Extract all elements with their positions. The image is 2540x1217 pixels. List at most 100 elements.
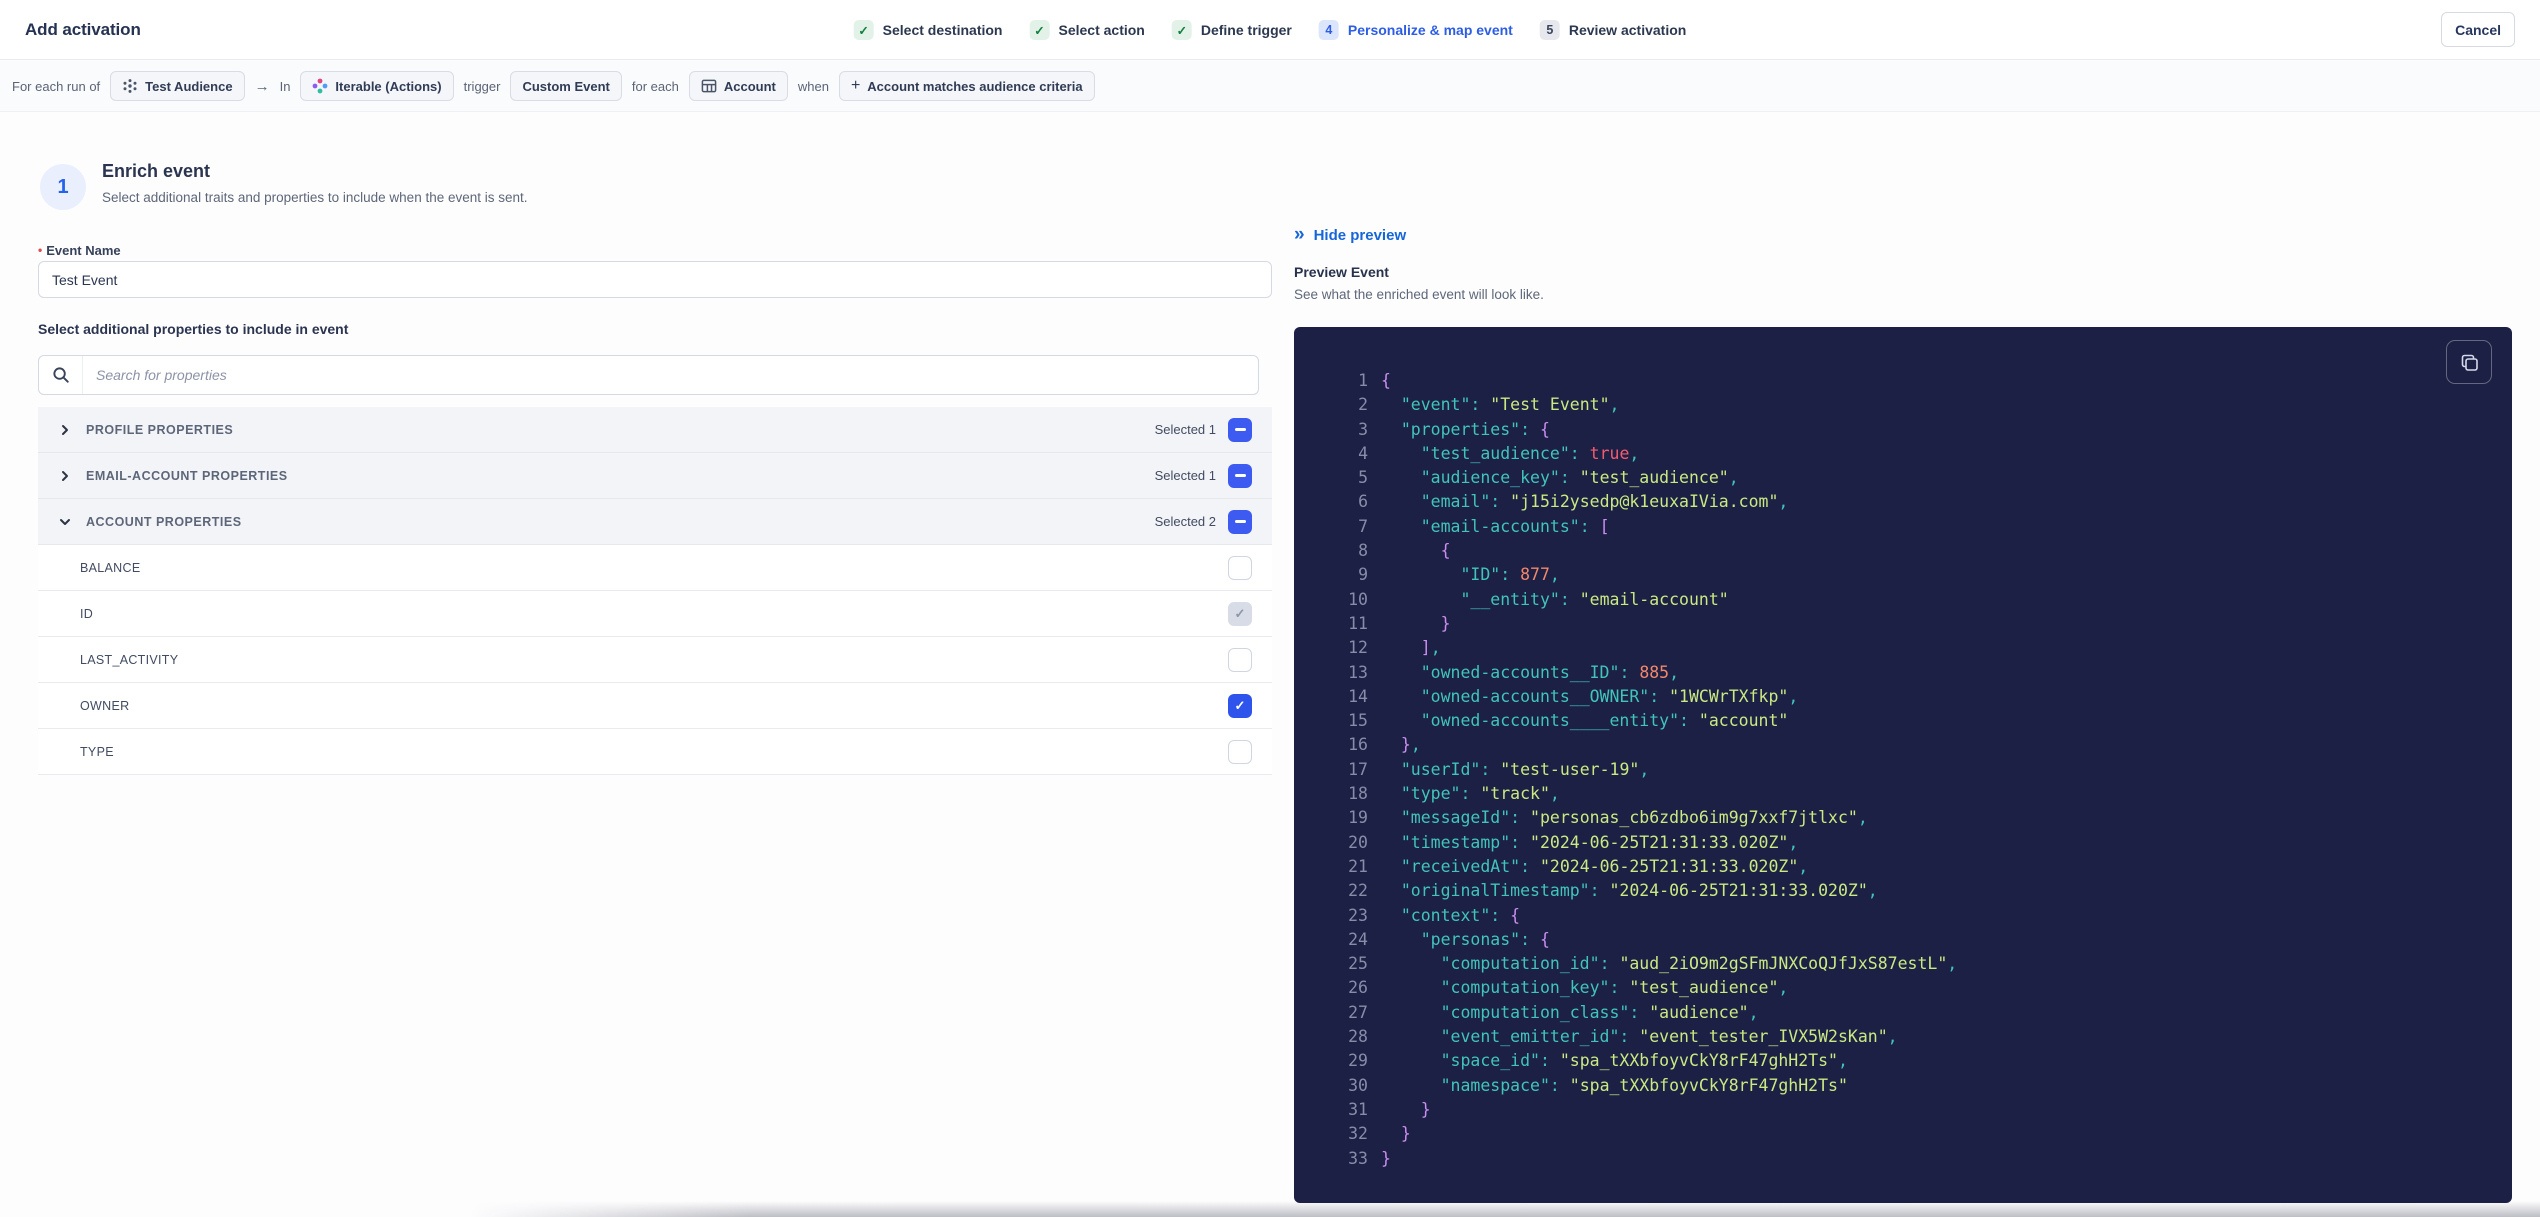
code-line: 30 "namespace": "spa_tXXbfoyvCkY8rF47ghH…	[1322, 1074, 2492, 1098]
json-code: 1{2 "event": "Test Event", 3 "properties"…	[1322, 369, 2492, 1183]
line-number: 33	[1348, 1148, 1368, 1168]
code-line: 11 }	[1322, 612, 2492, 636]
step-label: Define trigger	[1200, 22, 1292, 38]
line-number: 23	[1348, 905, 1368, 925]
step-label: Select action	[1058, 22, 1145, 38]
checkbox-balance[interactable]	[1228, 555, 1252, 580]
summary-text: when	[797, 78, 829, 94]
line-number: 25	[1348, 954, 1368, 974]
line-number: 30	[1348, 1075, 1368, 1095]
line-content: }	[1420, 1099, 1431, 1119]
line-content: "personas": {	[1420, 929, 1550, 949]
code-line: 16 },	[1322, 733, 2492, 757]
chip-test-audience[interactable]: Test Audience	[110, 71, 245, 101]
selected-count: Selected 2	[1154, 514, 1216, 529]
section-header-account-properties[interactable]: ACCOUNT PROPERTIES Selected 2	[38, 499, 1272, 545]
line-content: "event_emitter_id": "event_tester_IVX5W2…	[1440, 1027, 1898, 1047]
section-label: ACCOUNT PROPERTIES	[86, 514, 242, 529]
line-number: 32	[1348, 1124, 1368, 1144]
line-content: "computation_id": "aud_2iO9m2gSFmJNXCoQJ…	[1440, 954, 1958, 974]
section-checkbox-indeterminate[interactable]	[1228, 509, 1252, 534]
page-title: Add activation	[25, 19, 141, 39]
line-number: 20	[1348, 832, 1368, 852]
hide-preview-label: Hide preview	[1313, 227, 1407, 244]
line-content: "namespace": "spa_tXXbfoyvCkY8rF47ghH2Ts…	[1440, 1075, 1848, 1095]
property-row-type: TYPE	[38, 729, 1272, 775]
search-input[interactable]	[83, 356, 1258, 394]
code-line: 7 "email-accounts": [	[1322, 515, 2492, 539]
enrich-event-subtitle: Select additional traits and properties …	[102, 190, 528, 205]
checkbox-last-activity[interactable]	[1228, 647, 1252, 672]
chip-label: Iterable (Actions)	[335, 78, 442, 94]
trigger-summary-bar: For each run of Test Audience → In Iterable …	[0, 61, 2540, 112]
code-line: 8 {	[1322, 539, 2492, 563]
section-checkbox-indeterminate[interactable]	[1228, 417, 1252, 442]
code-line: 24 "personas": {	[1322, 928, 2492, 952]
section-checkbox-indeterminate[interactable]	[1228, 463, 1252, 488]
chip-account-matches-audience-criteria[interactable]: + Account matches audience criteria	[838, 71, 1095, 101]
section-meta: Selected 1	[1155, 417, 1252, 442]
chip-iterable-actions[interactable]: Iterable (Actions)	[300, 71, 454, 101]
step-personalize-map-event[interactable]: 4 Personalize & map event	[1318, 20, 1513, 40]
code-line: 3 "properties": {	[1322, 418, 2492, 442]
event-name-input[interactable]	[38, 261, 1272, 298]
section-label: EMAIL-ACCOUNT PROPERTIES	[86, 468, 288, 483]
property-sections: PROFILE PROPERTIES Selected 1 EMAIL-ACCOUN…	[38, 407, 1272, 775]
checkbox-owner[interactable]: ✓	[1228, 693, 1252, 718]
enrich-event-title: Enrich event	[102, 161, 211, 181]
search-icon	[39, 356, 83, 394]
chip-label: Custom Event	[522, 78, 610, 94]
code-line: 12 ],	[1322, 636, 2492, 660]
event-name-label: • Event Name	[38, 243, 121, 258]
line-content: "computation_key": "test_audience",	[1440, 978, 1789, 998]
code-line: 4 "test_audience": true,	[1322, 442, 2492, 466]
line-number: 4	[1358, 443, 1368, 463]
section-header-profile-properties[interactable]: PROFILE PROPERTIES Selected 1	[38, 407, 1272, 453]
line-number: 2	[1358, 395, 1368, 415]
preview-event-subtitle: See what the enriched event will look li…	[1294, 287, 1544, 302]
line-number: 10	[1348, 589, 1368, 609]
line-content: "email-accounts": [	[1420, 516, 1610, 536]
step-select-destination[interactable]: ✓ Select destination	[853, 20, 1002, 40]
code-line: 28 "event_emitter_id": "event_tester_IVX…	[1322, 1025, 2492, 1049]
collapse-chevrons-icon: »	[1294, 224, 1305, 245]
step-select-action[interactable]: ✓ Select action	[1029, 20, 1145, 40]
code-line: 14 "owned-accounts__OWNER": "1WCWrTXfkp"…	[1322, 685, 2492, 709]
chip-label: Account	[723, 78, 776, 94]
event-preview-code-panel: 1{2 "event": "Test Event", 3 "properties"…	[1294, 327, 2512, 1203]
line-content: {	[1381, 371, 1391, 390]
property-label: TYPE	[80, 744, 114, 759]
step-define-trigger[interactable]: ✓ Define trigger	[1171, 20, 1292, 40]
cancel-button[interactable]: Cancel	[2441, 12, 2515, 47]
hide-preview-link[interactable]: » Hide preview	[1294, 224, 1407, 245]
property-label: OWNER	[80, 698, 130, 713]
chevron-right-icon	[57, 424, 73, 436]
line-content: "event": "Test Event",	[1400, 395, 1620, 415]
step-check-icon: ✓	[1171, 20, 1192, 40]
checkbox-id[interactable]: ✓	[1228, 601, 1252, 626]
code-line: 25 "computation_id": "aud_2iO9m2gSFmJNXC…	[1322, 952, 2492, 976]
iterable-icon	[312, 78, 328, 94]
line-number: 19	[1348, 808, 1368, 828]
line-content: "space_id": "spa_tXXbfoyvCkY8rF47ghH2Ts"…	[1440, 1051, 1848, 1071]
chip-custom-event[interactable]: Custom Event	[510, 71, 622, 101]
code-line: 5 "audience_key": "test_audience",	[1322, 466, 2492, 490]
section-header-email-account-properties[interactable]: EMAIL-ACCOUNT PROPERTIES Selected 1	[38, 453, 1272, 499]
line-number: 8	[1358, 541, 1368, 561]
chip-label: Account matches audience criteria	[867, 78, 1083, 94]
section-label: PROFILE PROPERTIES	[86, 422, 234, 437]
step-review-activation[interactable]: 5 Review activation	[1539, 20, 1686, 40]
code-line: 29 "space_id": "spa_tXXbfoyvCkY8rF47ghH2…	[1322, 1049, 2492, 1073]
line-number: 29	[1348, 1051, 1368, 1071]
line-content: "__entity": "email-account"	[1460, 589, 1729, 609]
line-content: "ID": 877,	[1460, 565, 1560, 585]
line-content: {	[1440, 541, 1451, 561]
chip-account[interactable]: Account	[688, 71, 788, 101]
step-check-icon: ✓	[1029, 20, 1050, 40]
line-number: 15	[1348, 711, 1368, 731]
code-line: 20 "timestamp": "2024-06-25T21:31:33.020…	[1322, 831, 2492, 855]
line-number: 24	[1348, 929, 1368, 949]
line-content: "messageId": "personas_cb6zdbo6im9g7xxf7…	[1400, 808, 1868, 828]
property-row-last-activity: LAST_ACTIVITY	[38, 637, 1272, 683]
checkbox-type[interactable]	[1228, 739, 1252, 764]
